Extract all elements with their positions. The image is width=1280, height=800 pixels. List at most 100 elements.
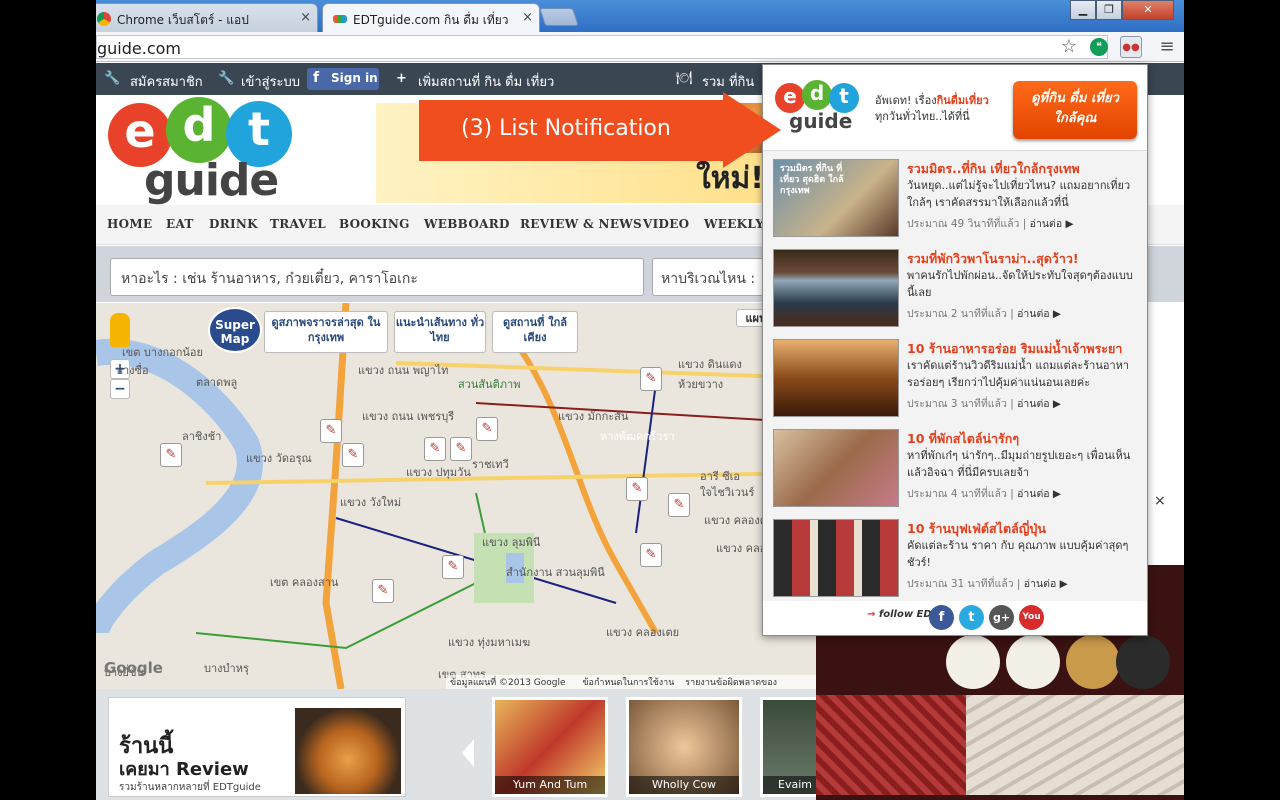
map-marker-pencil-icon[interactable]: ✎: [160, 443, 182, 467]
menu-booking[interactable]: BOOKING: [339, 217, 410, 231]
right-side-close-icon[interactable]: ×: [1154, 493, 1166, 509]
facebook-icon[interactable]: f: [929, 605, 954, 630]
read-more-link[interactable]: อ่านต่อ ▶: [1030, 218, 1074, 230]
item-meta: ประมาณ 31 นาทีที่แล้ว | อ่านต่อ ▶: [907, 578, 1068, 590]
notification-item[interactable]: 10 ร้านอาหารอร่อย ริมแม่น้ำเจ้าพระยา เรา…: [773, 339, 1145, 429]
map-label: ใจไชวิเวนร์: [700, 486, 755, 499]
map-marker-pencil-icon[interactable]: ✎: [372, 579, 394, 603]
tab-label: Chrome เว็บสโตร์ - แอป: [117, 13, 249, 27]
plate: [1116, 635, 1170, 689]
menu-travel[interactable]: TRAVEL: [270, 217, 326, 231]
item-title[interactable]: 10 ร้านบุฟเฟ่ต์สไตล์ญี่ปุ่น: [907, 519, 1145, 539]
bookmark-star-icon[interactable]: ☆: [1058, 36, 1080, 58]
meat: [816, 695, 966, 795]
tab-close-icon[interactable]: ×: [522, 10, 533, 25]
fb-signin-label: Sign in: [331, 71, 378, 85]
notification-item[interactable]: รวมที่พักวิวพาโนราม่า..สุดว้าว! พาคนรักไ…: [773, 249, 1145, 339]
map-marker-pencil-icon[interactable]: ✎: [342, 443, 364, 467]
read-more-link[interactable]: อ่านต่อ ▶: [1017, 398, 1061, 410]
hangouts-extension-icon[interactable]: ❝: [1090, 38, 1108, 56]
login-link[interactable]: เข้าสู่ระบบ: [241, 71, 300, 92]
edt-extension-icon[interactable]: ●●: [1120, 36, 1142, 58]
plus-icon: +: [396, 71, 407, 86]
map-marker-pencil-icon[interactable]: ✎: [476, 417, 498, 441]
report-link[interactable]: รายงานข้อผิดพลาดของ: [685, 678, 777, 688]
chrome-menu-icon[interactable]: ≡: [1156, 36, 1178, 58]
notification-item[interactable]: 10 ที่พักสไตล์น่ารักๆ หาที่พักเก๋ๆ น่ารั…: [773, 429, 1145, 519]
map-marker-pencil-icon[interactable]: ✎: [640, 543, 662, 567]
maximize-button[interactable]: ❐: [1096, 0, 1122, 20]
thumb-card[interactable]: Wholly Cow: [626, 697, 742, 797]
annotation-text: (3) List Notification: [461, 116, 671, 141]
register-link[interactable]: สมัครสมาชิก: [130, 71, 203, 92]
menu-eat[interactable]: EAT: [166, 217, 194, 231]
item-thumbnail: [773, 249, 899, 327]
where-search-input[interactable]: หาบริเวณไหน :: [652, 258, 772, 296]
nearby-cta-button[interactable]: ดูที่กิน ดื่ม เที่ยว ใกล้คุณ: [1013, 81, 1137, 139]
item-title[interactable]: รวมที่พักวิวพาโนราม่า..สุดว้าว!: [907, 249, 1145, 269]
map-label: แขวง ลุมพินี: [482, 536, 541, 549]
strip-prev-arrow[interactable]: [462, 739, 474, 767]
user-icon: 🔧: [104, 71, 121, 86]
map-marker-pencil-icon[interactable]: ✎: [640, 367, 662, 391]
item-title[interactable]: 10 ที่พักสไตล์น่ารักๆ: [907, 429, 1145, 449]
zoom-out-button[interactable]: −: [110, 379, 130, 399]
read-more-link[interactable]: อ่านต่อ ▶: [1017, 488, 1061, 500]
map-marker-pencil-icon[interactable]: ✎: [320, 419, 342, 443]
map-marker-pencil-icon[interactable]: ✎: [442, 555, 464, 579]
youtube-icon[interactable]: You: [1019, 605, 1044, 630]
map-attribution: ข้อมูลแผนที่ ©2013 Google ข้อกำหนดในการใ…: [446, 675, 816, 689]
read-more-link[interactable]: อ่านต่อ ▶: [1017, 308, 1061, 320]
map-view[interactable]: + − Super Map ดูสภาพจราจรล่าสุด ในกรุงเท…: [96, 303, 816, 689]
address-bar[interactable]: guide.com: [96, 35, 1108, 59]
map-label: ตลาดพลู: [196, 376, 238, 389]
map-marker-pencil-icon[interactable]: ✎: [424, 437, 446, 461]
facebook-signin-button[interactable]: Sign in: [307, 68, 379, 90]
item-thumbnail: [773, 339, 899, 417]
menu-drink[interactable]: DRINK: [209, 217, 258, 231]
nearby-button[interactable]: ดูสถานที่ ใกล้เคียง: [492, 311, 578, 353]
read-more-link[interactable]: อ่านต่อ ▶: [1024, 578, 1068, 590]
twitter-icon[interactable]: t: [959, 605, 984, 630]
what-search-input[interactable]: หาอะไร : เช่น ร้านอาหาร, ก๋วยเตี๋ยว, คาร…: [110, 258, 644, 296]
google-plus-icon[interactable]: g+: [989, 605, 1014, 630]
follow-edt-label: → follow EDT: [867, 609, 939, 620]
logo-d-circle: d: [802, 80, 832, 110]
supermap-button[interactable]: Super Map: [208, 307, 262, 353]
tab-chrome-webstore[interactable]: Chrome เว็บสโตร์ - แอป ×: [96, 3, 318, 32]
thumb-card[interactable]: Yum And Tum: [492, 697, 608, 797]
menu-home[interactable]: HOME: [107, 217, 152, 231]
edt-logo[interactable]: e d t guide: [108, 97, 298, 206]
item-title[interactable]: รวมมิตร..ที่กิน เที่ยวใกล้กรุงเทพ: [907, 159, 1145, 179]
terms-link[interactable]: ข้อกำหนดในการใช้งาน: [582, 678, 674, 688]
map-label: บางบำหรุ: [204, 662, 249, 675]
map-marker-pencil-icon[interactable]: ✎: [626, 477, 648, 501]
traffic-button[interactable]: ดูสภาพจราจรล่าสุด ในกรุงเทพ: [264, 311, 388, 353]
item-title[interactable]: 10 ร้านอาหารอร่อย ริมแม่น้ำเจ้าพระยา: [907, 339, 1145, 359]
pegman-icon[interactable]: [110, 313, 130, 347]
collection-link[interactable]: รวม ที่กิน: [702, 71, 754, 92]
close-window-button[interactable]: ✕: [1122, 0, 1174, 20]
menu-webboard[interactable]: WEBBOARD: [424, 217, 510, 231]
item-desc: พาคนรักไปพักผ่อน..จัดให้ประทับใจสุดๆต้อง…: [907, 269, 1133, 299]
route-button[interactable]: แนะนำเส้นทาง ทั่วไทย: [394, 311, 486, 353]
add-place-link[interactable]: เพิ่มสถานที่ กิน ดื่ม เที่ยว: [418, 71, 554, 92]
promo-food-photo: [295, 708, 401, 794]
tab-edtguide[interactable]: EDTguide.com กิน ดื่ม เที่ยว ×: [322, 3, 540, 32]
review-promo-banner[interactable]: ร้านนี้ เคยมา Review รวมร้านหลากหลายที่ …: [108, 697, 406, 797]
item-meta: ประมาณ 49 วินาทีที่แล้ว | อ่านต่อ ▶: [907, 218, 1074, 230]
annotation-arrow-icon: [723, 92, 781, 168]
menu-review-news[interactable]: REVIEW & NEWS: [520, 217, 642, 231]
popup-edt-logo[interactable]: e d t guide: [775, 80, 865, 139]
map-label: บางซื่อ: [116, 364, 149, 377]
tab-close-icon[interactable]: ×: [300, 10, 311, 25]
menu-video[interactable]: VIDEO: [643, 217, 689, 231]
map-label: ห้วยขวาง: [678, 378, 724, 391]
minimize-button[interactable]: ▁: [1070, 0, 1096, 20]
notification-item[interactable]: 10 ร้านบุฟเฟ่ต์สไตล์ญี่ปุ่น คัดแต่ละร้าน…: [773, 519, 1145, 609]
notification-item[interactable]: รวมมิตร ที่กิน ที่เที่ยว สุดฮิต ใกล้กรุง…: [773, 159, 1145, 249]
new-tab-button[interactable]: [539, 8, 579, 26]
menu-weekly[interactable]: WEEKLY: [704, 217, 764, 231]
map-marker-pencil-icon[interactable]: ✎: [668, 493, 690, 517]
map-marker-pencil-icon[interactable]: ✎: [450, 437, 472, 461]
